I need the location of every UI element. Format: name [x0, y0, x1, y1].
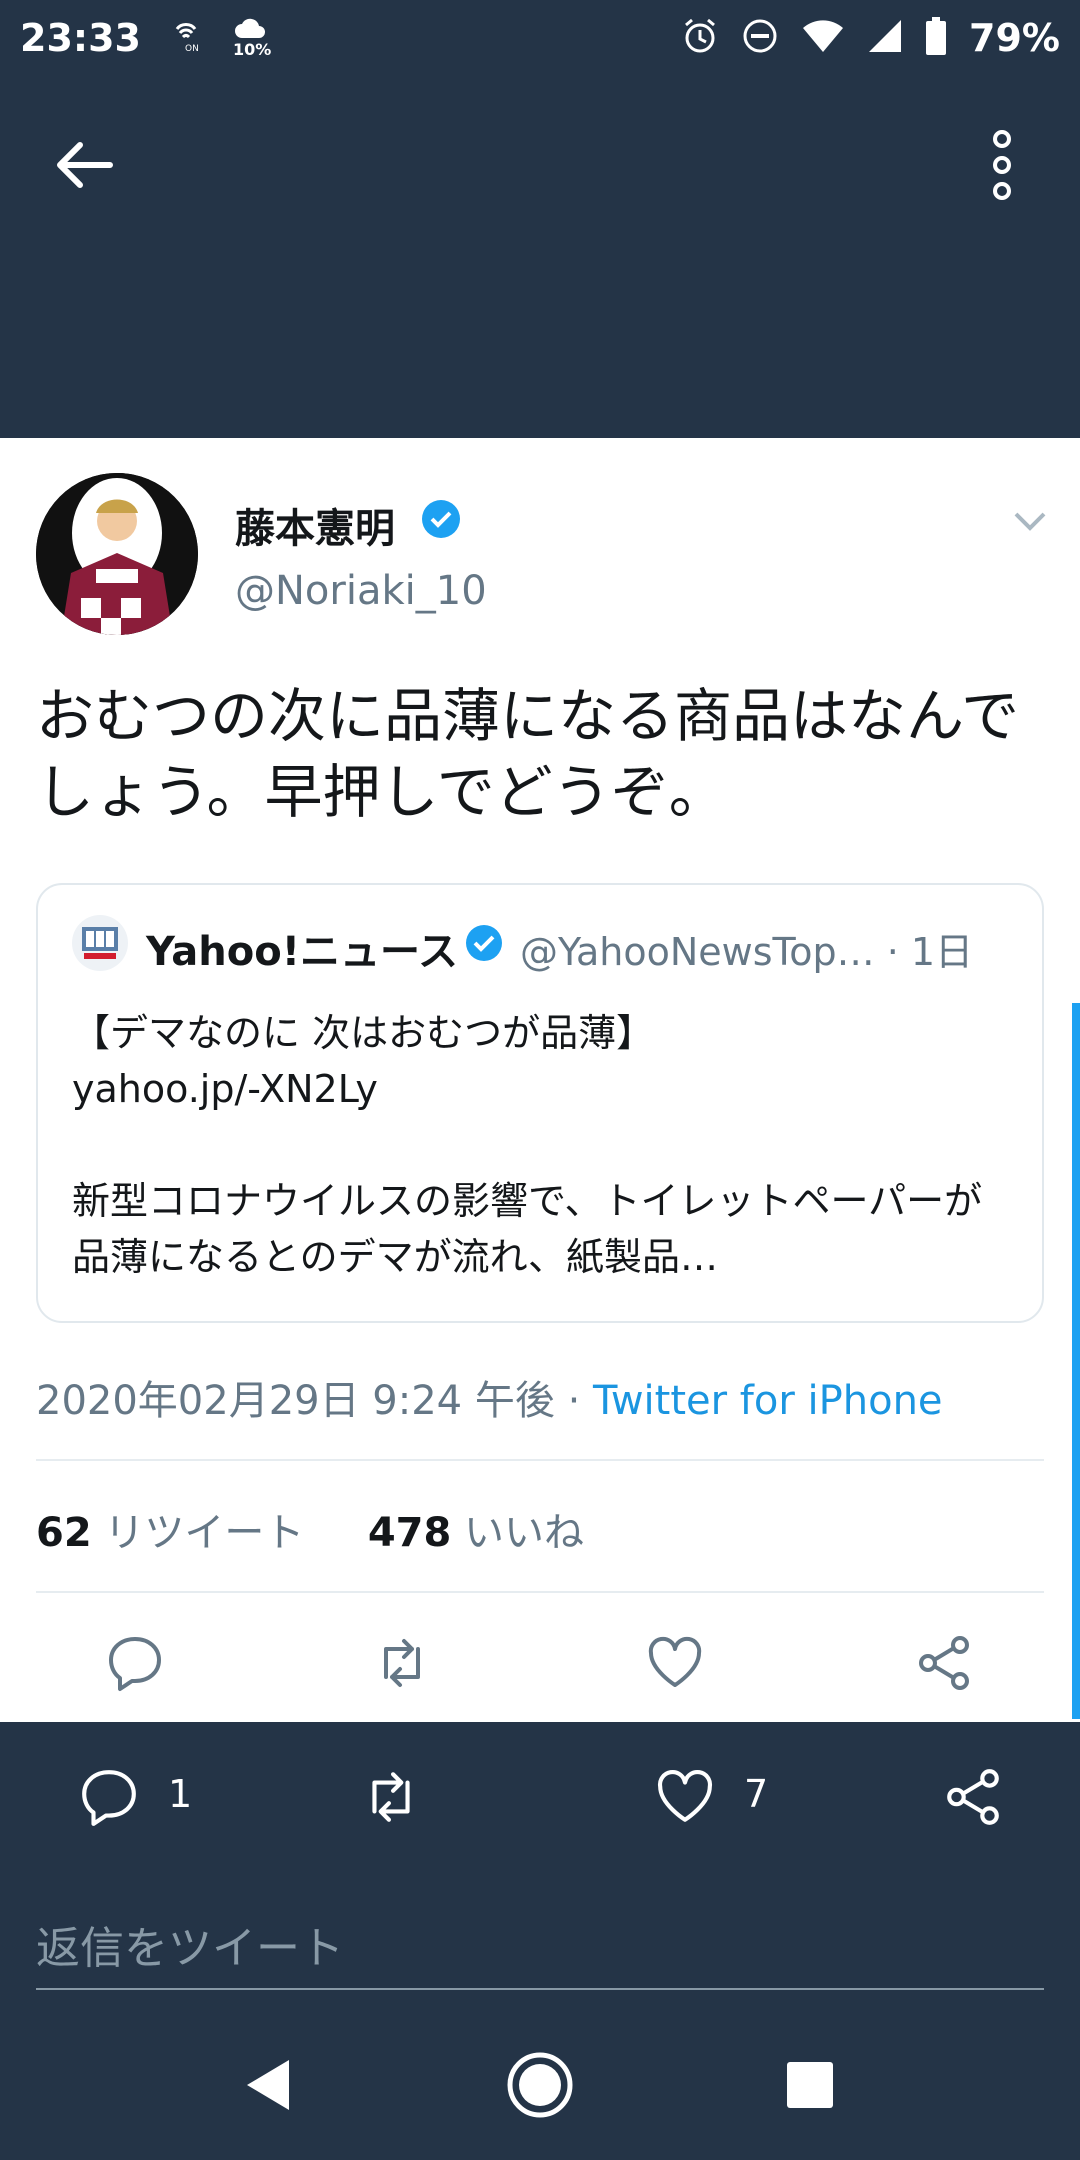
like-count: 478	[367, 1510, 452, 1556]
status-bar: 23:33 ON 10% 79%	[0, 0, 1080, 75]
more-options-button[interactable]	[972, 125, 1032, 205]
chevron-down-icon	[1014, 512, 1046, 531]
share-button[interactable]	[914, 1633, 974, 1693]
app-bar	[0, 75, 1080, 440]
nav-home-button[interactable]	[505, 2050, 575, 2120]
verified-badge-icon	[466, 925, 502, 961]
quote-author-name: Yahoo!ニュース	[146, 929, 458, 975]
heart-icon	[648, 1636, 702, 1687]
reply-button[interactable]	[105, 1633, 165, 1693]
retweet-label: リツイート	[104, 1510, 305, 1556]
tweet-detail: 藤本憲明 @Noriaki_10 おむつの次に品薄になる商品はなんでしょう。早押…	[0, 438, 1080, 1722]
signal-icon	[867, 18, 903, 58]
quote-handle-and-time: @YahooNewsTop… · 1日	[520, 921, 973, 976]
scrollbar[interactable]	[1072, 1003, 1080, 1719]
author-avatar[interactable]	[36, 473, 198, 635]
quoted-tweet-card[interactable]: Yahoo!ニュース @YahooNewsTop… · 1日 【デマなのに 次は…	[36, 883, 1044, 1323]
battery-percent: 79%	[969, 15, 1060, 60]
meta-separator: ·	[554, 1378, 594, 1424]
nav-recents-button[interactable]	[775, 2050, 845, 2120]
triangle-back-icon	[247, 2060, 289, 2110]
back-button[interactable]	[50, 130, 120, 200]
bottom-like-count: 7	[744, 1772, 769, 1816]
bottom-retweet-button[interactable]	[360, 1766, 422, 1828]
like-stat[interactable]: 478 いいね	[368, 1510, 584, 1556]
retweet-button[interactable]	[372, 1633, 432, 1693]
reply-bar-actions: 1 7	[0, 1722, 1080, 1872]
retweet-stat[interactable]: 62 リツイート	[36, 1510, 304, 1556]
weather-icon: 10%	[233, 16, 273, 60]
system-nav-bar	[0, 2010, 1080, 2160]
tweet-timestamp: 2020年02月29日 9:24 午後	[36, 1378, 555, 1424]
circle-home-icon	[507, 2052, 573, 2118]
do-not-disturb-icon	[741, 17, 779, 59]
nav-back-button[interactable]	[235, 2050, 305, 2120]
author-name[interactable]: 藤本憲明	[235, 496, 395, 554]
author-handle[interactable]: @Noriaki_10	[235, 568, 487, 614]
bottom-reply-button[interactable]	[78, 1766, 140, 1828]
divider	[36, 1591, 1044, 1593]
divider	[36, 1459, 1044, 1461]
status-time: 23:33	[20, 15, 141, 60]
quote-time: · 1日	[886, 930, 974, 974]
alarm-icon	[681, 17, 719, 59]
like-button[interactable]	[645, 1633, 705, 1693]
tweet-meta: 2020年02月29日 9:24 午後 · Twitter for iPhone	[36, 1368, 943, 1426]
share-icon	[919, 1636, 969, 1690]
weather-text: 10%	[232, 39, 272, 59]
heart-icon	[657, 1769, 713, 1822]
quote-text: 【デマなのに 次はおむつが品薄】 yahoo.jp/-XN2Ly 新型コロナウイ…	[72, 1011, 983, 1279]
quote-avatar	[72, 915, 128, 971]
tweet-options-button[interactable]	[1008, 498, 1052, 542]
tweet-stats: 62 リツイート 478 いいね	[36, 1500, 584, 1558]
quote-author-handle: @YahooNewsTop…	[520, 930, 875, 974]
more-vertical-icon	[993, 130, 1011, 200]
like-label: いいね	[464, 1510, 585, 1556]
reply-icon	[109, 1637, 161, 1691]
reply-count: 1	[168, 1772, 193, 1816]
retweet-icon	[384, 1639, 420, 1687]
verified-badge-icon	[422, 500, 460, 538]
bottom-share-button[interactable]	[942, 1766, 1004, 1828]
battery-icon	[925, 16, 947, 59]
retweet-count: 62	[36, 1510, 92, 1556]
wifi-calling-icon: ON	[171, 19, 205, 57]
square-recents-icon	[787, 2062, 833, 2108]
share-icon	[947, 1769, 999, 1825]
retweet-icon	[372, 1772, 410, 1822]
svg-text:ON: ON	[185, 44, 199, 53]
tweet-source-link[interactable]: Twitter for iPhone	[593, 1378, 943, 1424]
tweet-text: おむつの次に品薄になる商品はなんでしょう。早押しでどうぞ。	[36, 682, 1020, 826]
arrow-left-icon	[57, 142, 113, 188]
reply-icon	[82, 1770, 136, 1826]
wifi-icon	[801, 18, 845, 58]
bottom-like-button[interactable]	[654, 1766, 716, 1828]
reply-placeholder: 返信をツイート	[36, 1923, 344, 1974]
reply-input[interactable]: 返信をツイート	[36, 1900, 1044, 1990]
